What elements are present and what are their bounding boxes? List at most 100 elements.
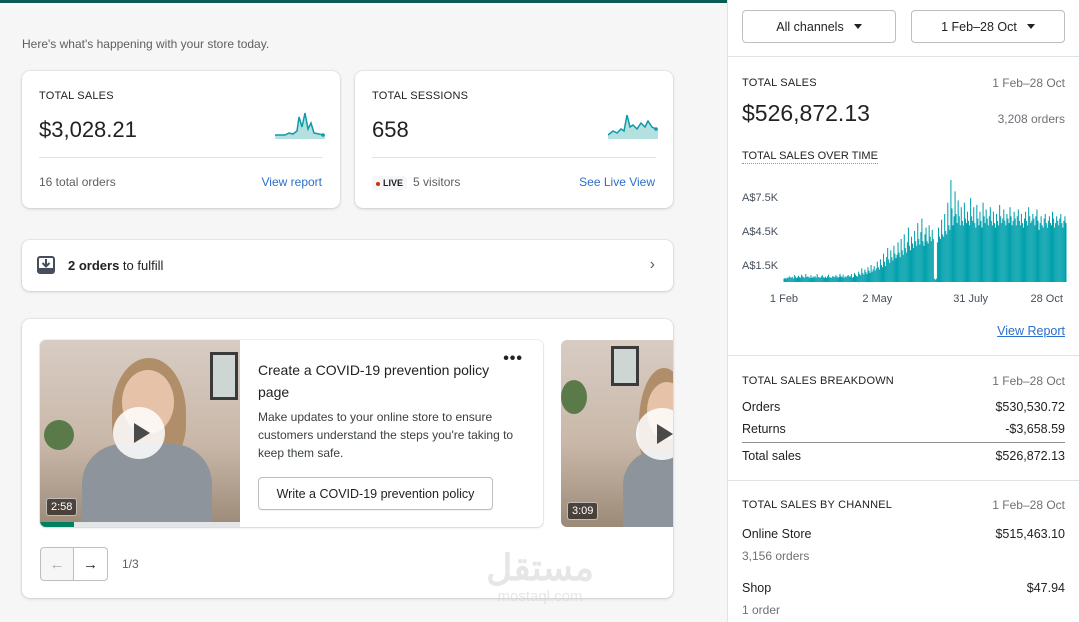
chart-bar [1044,214,1046,282]
breakdown-total-value: $526,872.13 [995,449,1065,463]
chart-bar [989,207,991,282]
chart-bar [809,277,811,282]
chart-bar [811,278,813,282]
video-duration: 2:58 [46,498,78,516]
chart-bar [818,277,820,282]
chart-bar [851,277,853,282]
chart-bar [825,278,828,282]
chart-bar [793,275,795,282]
chart-bar [961,220,963,282]
chart-bar [1019,225,1021,282]
chart-bar [952,225,954,282]
chart-bar [888,259,890,282]
chart-bar [914,231,916,282]
view-report-link[interactable]: View Report [997,324,1065,338]
fulfill-text: 2 orders to fulfill [68,258,163,273]
chart-bar [956,223,958,282]
play-icon[interactable] [113,407,165,459]
chart-bar [1064,216,1066,282]
y-tick-label: A$4.5K [742,226,779,238]
total-sessions-value: 658 [372,117,409,142]
chart-bar [915,241,917,282]
fulfill-count: 2 orders [68,258,120,273]
chart-bar [971,216,973,282]
chart-bar [1061,223,1063,282]
chart-bar [917,223,919,282]
chart-bar [1004,220,1006,282]
chart-bar [792,278,794,282]
chart-bar [864,269,866,282]
chart-bar [998,225,1000,282]
chart-bar [1001,223,1003,282]
video-progress-fill [40,522,74,527]
chart-bar [931,229,933,282]
next-video-thumbnail[interactable]: 3:09 [561,340,673,527]
channel-shop-orders: 1 order [742,603,781,617]
promo-carousel-card: 2:58 Create a COVID-19 prevention policy… [22,319,673,598]
chart-bar [844,276,846,282]
date-range-select[interactable]: 1 Feb–28 Oct [911,10,1065,43]
chart-bar [805,274,807,282]
chart-bar [1062,227,1064,282]
breakdown-orders-value: $530,530.72 [995,400,1065,414]
total-orders-text: 16 total orders [39,175,116,189]
chart-bar [828,274,830,282]
view-report-link[interactable]: View report [262,175,322,189]
total-sales-orders: 3,208 orders [997,112,1065,126]
chart-bar [950,180,952,282]
more-actions-icon[interactable]: ••• [503,350,523,368]
y-tick-label: A$7.5K [742,192,779,204]
chart-bar [899,257,901,282]
chart-bar [788,276,790,282]
chart-bar [884,261,886,282]
chart-bar [843,277,845,282]
page-counter: 1/3 [122,557,139,571]
main-area: Here's what's happening with your store … [0,0,727,622]
chart-bar [901,250,903,282]
chart-bar [932,238,934,282]
fulfill-rest: to fulfill [119,258,164,273]
arrow-right-icon[interactable]: → [74,547,108,581]
chart-bar [791,276,793,282]
chart-bar [900,238,902,282]
channel-online-store-orders: 3,156 orders [742,549,810,563]
chart-bar [902,254,904,282]
chart-bar [1008,223,1010,282]
chart-bar [1031,220,1033,282]
chart-bar [1029,216,1031,282]
chart-bar [922,241,924,282]
orders-to-fulfill-row[interactable]: 2 orders to fulfill › [22,240,673,291]
chart-bar [1010,216,1012,282]
chart-bar [863,274,865,282]
arrow-left-icon[interactable]: ← [40,547,74,581]
chart-bar [827,276,829,282]
chart-bar [962,225,964,282]
channel-online-store-label: Online Store [742,527,812,541]
chart-bar [1032,214,1034,282]
video-thumbnail[interactable]: 2:58 [40,340,240,527]
chart-bar [936,242,938,282]
chart-bar [890,250,892,282]
breakdown-returns-value: -$3,658.59 [1005,422,1065,436]
see-live-view-link[interactable]: See Live View [579,175,655,189]
chart-bar [1047,220,1049,282]
chart-bar [1041,225,1043,282]
channel-select-label: All channels [776,19,844,34]
chart-bar [1059,218,1061,282]
chart-bar [897,242,899,282]
chart-bar [984,223,986,282]
chart-bar [799,277,801,282]
write-policy-button[interactable]: Write a COVID-19 prevention policy [258,477,493,510]
person-sweater [623,450,673,527]
caret-down-icon [853,24,862,29]
chart-bar [878,269,880,282]
channel-select[interactable]: All channels [742,10,896,43]
chart-bar [796,277,798,282]
chart-bar [947,202,949,282]
chart-bar [850,274,852,282]
chart-bar [802,276,804,282]
chart-bar [847,275,849,282]
chart-bar [800,277,802,282]
chart-bar [946,234,948,282]
chart-bar [812,276,814,282]
